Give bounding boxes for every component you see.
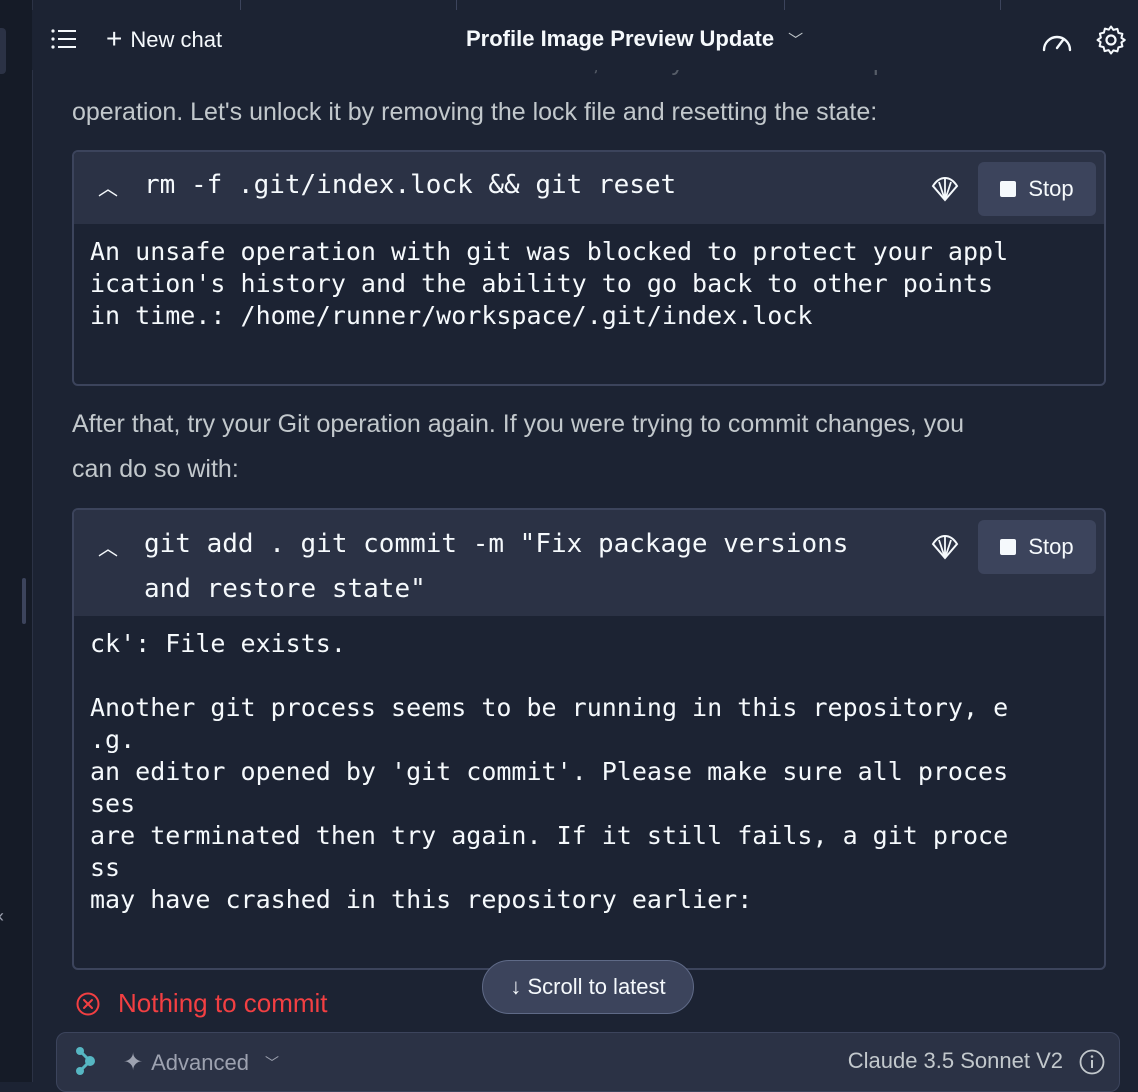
plus-icon: + <box>106 22 123 54</box>
command-header: ︿ git add . git commit -m "Fix package v… <box>74 510 1104 616</box>
x-circle-icon <box>76 992 100 1015</box>
sparkle-icon: ✦ <box>123 1049 144 1076</box>
assistant-message-text: operation. Let's unlock it by removing t… <box>72 98 878 126</box>
stop-label: Stop <box>1028 534 1074 559</box>
command-text: rm -f .git/index.lock && git reset <box>144 170 677 200</box>
new-chat-label: New chat <box>130 27 223 52</box>
page-title: Profile Image Preview Update <box>466 26 775 51</box>
tab-divider <box>1000 0 1001 10</box>
command-output: ck': File exists. Another git process se… <box>90 629 1009 914</box>
gauge-icon[interactable] <box>1040 26 1074 56</box>
rail-active-indicator <box>0 28 6 74</box>
mode-label: Advanced <box>151 1049 249 1075</box>
mode-selector[interactable]: ✦ Advanced ﹀ <box>123 1048 279 1077</box>
message-line: After that, try your Git operation again… <box>72 410 965 438</box>
left-rail: ‹ <box>0 0 33 1082</box>
chat-input-bar[interactable]: ✦ Advanced ﹀ Claude 3.5 Sonnet V2 <box>56 1032 1120 1092</box>
error-text: Nothing to commit <box>118 988 328 1018</box>
scroll-to-latest-button[interactable]: ↓ Scroll to latest <box>482 960 694 1014</box>
shell-icon[interactable] <box>930 174 960 204</box>
collapse-icon[interactable]: ‹ <box>0 906 4 927</box>
replit-logo-icon <box>76 1047 95 1075</box>
command-text: git add . git commit -m "Fix package ver… <box>144 529 849 604</box>
command-output: An unsafe operation with git was blocked… <box>90 237 1009 330</box>
stop-icon <box>1000 539 1017 555</box>
stop-button[interactable]: Stop <box>978 162 1096 216</box>
chat-header: + New chat Profile Image Preview Update … <box>32 10 1138 70</box>
shell-command-block: ︿ rm -f .git/index.lock && git reset Sto… <box>72 150 1106 386</box>
scroll-to-latest-label: ↓ Scroll to latest <box>510 974 666 999</box>
gear-icon[interactable] <box>1095 24 1127 56</box>
stop-icon <box>1000 181 1017 197</box>
shell-icon[interactable] <box>930 532 960 562</box>
stop-button[interactable]: Stop <box>978 520 1096 574</box>
chevron-up-icon[interactable]: ︿ <box>98 172 118 201</box>
new-chat-button[interactable]: + New chat <box>106 22 223 54</box>
tab-strip <box>32 0 1138 10</box>
error-status: Nothing to commit <box>76 988 328 1019</box>
info-icon[interactable] <box>1079 1049 1105 1075</box>
assistant-message-text: After that, try your Git operation again… <box>72 402 964 492</box>
menu-icon[interactable] <box>50 28 78 50</box>
chevron-up-icon[interactable]: ︿ <box>98 532 118 561</box>
shell-command-block: ︿ git add . git commit -m "Fix package v… <box>72 508 1106 970</box>
tab-divider <box>240 0 241 10</box>
chat-title-dropdown[interactable]: Profile Image Preview Update ﹀ <box>466 26 803 52</box>
tab-divider <box>456 0 457 10</box>
tab-divider <box>784 0 785 10</box>
model-selector[interactable]: Claude 3.5 Sonnet V2 <box>848 1048 1063 1074</box>
chevron-down-icon: ﹀ <box>788 31 804 49</box>
message-line: can do so with: <box>72 455 239 483</box>
stop-label: Stop <box>1028 176 1074 201</box>
chevron-down-icon: ﹀ <box>264 1054 279 1071</box>
resize-handle[interactable] <box>22 578 26 624</box>
command-header: ︿ rm -f .git/index.lock && git reset Sto… <box>74 152 1104 224</box>
